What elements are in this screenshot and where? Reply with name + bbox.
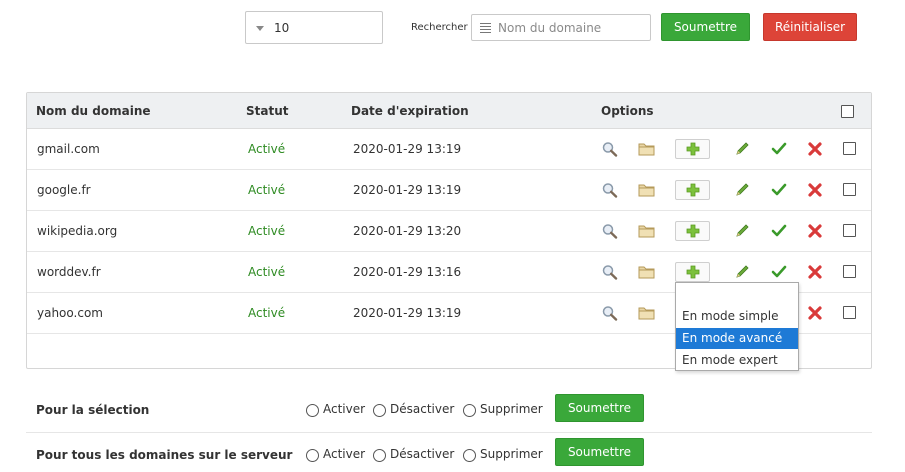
cross-icon[interactable]: [806, 182, 824, 198]
add-mode-dropdown: En mode simple En mode avancé En mode ex…: [675, 282, 799, 371]
submit-button[interactable]: Soumettre: [661, 13, 750, 41]
radio-label: Désactiver: [390, 447, 455, 461]
magnifier-icon[interactable]: [601, 264, 619, 280]
domain-name: google.fr: [37, 183, 91, 197]
cross-icon[interactable]: [806, 223, 824, 239]
check-icon[interactable]: [770, 141, 788, 157]
magnifier-icon[interactable]: [601, 182, 619, 198]
caret-down-icon: [256, 26, 264, 31]
status-text: Activé: [248, 142, 286, 156]
add-button[interactable]: [675, 262, 710, 282]
status-text: Activé: [248, 265, 286, 279]
divider: [26, 432, 872, 433]
folder-icon[interactable]: [638, 305, 656, 321]
add-button[interactable]: [675, 180, 710, 200]
dropdown-item-advanced[interactable]: En mode avancé: [676, 328, 798, 349]
magnifier-icon[interactable]: [601, 305, 619, 321]
row-checkbox[interactable]: [843, 265, 856, 278]
submit-all-button[interactable]: Soumettre: [555, 438, 644, 466]
row-checkbox[interactable]: [843, 306, 856, 319]
search-input[interactable]: [496, 18, 646, 37]
expiration-date: 2020-01-29 13:19: [353, 142, 462, 156]
table-header: Nom du domaine Statut Date d'expiration …: [27, 93, 871, 129]
dropdown-item-simple[interactable]: En mode simple: [676, 306, 798, 327]
pencil-icon[interactable]: [733, 182, 751, 198]
search-label: Rechercher: [411, 22, 468, 33]
select-all-checkbox[interactable]: [841, 105, 854, 118]
table-row: wikipedia.org Activé 2020-01-29 13:20: [27, 211, 871, 252]
pencil-icon[interactable]: [733, 264, 751, 280]
check-icon[interactable]: [770, 182, 788, 198]
status-text: Activé: [248, 224, 286, 238]
pencil-icon[interactable]: [733, 223, 751, 239]
per-page-select[interactable]: 10: [245, 11, 383, 44]
reset-button[interactable]: Réinitialiser: [763, 13, 857, 41]
domain-name: worddev.fr: [37, 265, 101, 279]
folder-icon[interactable]: [638, 182, 656, 198]
magnifier-icon[interactable]: [601, 141, 619, 157]
expiration-date: 2020-01-29 13:16: [353, 265, 462, 279]
add-button[interactable]: [675, 221, 710, 241]
submit-selection-button[interactable]: Soumettre: [555, 394, 644, 422]
radio-label: Supprimer: [480, 402, 543, 416]
check-icon[interactable]: [770, 264, 788, 280]
table-row: google.fr Activé 2020-01-29 13:19: [27, 170, 871, 211]
domain-name: gmail.com: [37, 142, 100, 156]
cross-icon[interactable]: [806, 141, 824, 157]
folder-icon[interactable]: [638, 264, 656, 280]
folder-icon[interactable]: [638, 223, 656, 239]
per-page-value: 10: [274, 21, 290, 35]
cross-icon[interactable]: [806, 264, 824, 280]
radio-label: Activer: [323, 447, 366, 461]
radio-activate-all[interactable]: [306, 449, 319, 462]
domain-name: yahoo.com: [37, 306, 103, 320]
add-button[interactable]: [675, 139, 710, 159]
table-row: gmail.com Activé 2020-01-29 13:19: [27, 129, 871, 170]
row-checkbox[interactable]: [843, 183, 856, 196]
radio-activate-selection[interactable]: [306, 404, 319, 417]
all-domains-label: Pour tous les domaines sur le serveur: [36, 448, 293, 462]
pencil-icon[interactable]: [733, 141, 751, 157]
folder-icon[interactable]: [638, 141, 656, 157]
status-text: Activé: [248, 306, 286, 320]
radio-delete-selection[interactable]: [463, 404, 476, 417]
dropdown-item-expert[interactable]: En mode expert: [676, 350, 798, 371]
row-checkbox[interactable]: [843, 224, 856, 237]
selection-label: Pour la sélection: [36, 403, 150, 417]
radio-label: Supprimer: [480, 447, 543, 461]
row-checkbox[interactable]: [843, 142, 856, 155]
list-icon: [480, 23, 491, 35]
header-domain: Nom du domaine: [36, 104, 151, 118]
radio-deactivate-selection[interactable]: [373, 404, 386, 417]
radio-label: Activer: [323, 402, 366, 416]
header-options: Options: [601, 104, 654, 118]
radio-label: Désactiver: [390, 402, 455, 416]
radio-delete-all[interactable]: [463, 449, 476, 462]
status-text: Activé: [248, 183, 286, 197]
domain-name: wikipedia.org: [37, 224, 118, 238]
cross-icon[interactable]: [806, 305, 824, 321]
expiration-date: 2020-01-29 13:19: [353, 306, 462, 320]
search-field[interactable]: [471, 14, 651, 41]
header-status: Statut: [246, 104, 289, 118]
expiration-date: 2020-01-29 13:19: [353, 183, 462, 197]
radio-deactivate-all[interactable]: [373, 449, 386, 462]
header-expiration: Date d'expiration: [351, 104, 469, 118]
expiration-date: 2020-01-29 13:20: [353, 224, 462, 238]
magnifier-icon[interactable]: [601, 223, 619, 239]
check-icon[interactable]: [770, 223, 788, 239]
